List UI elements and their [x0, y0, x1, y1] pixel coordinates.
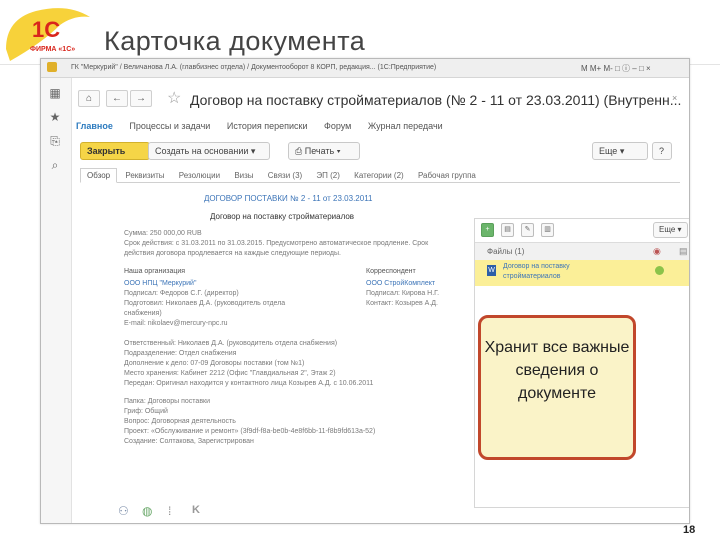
storage-place: Место хранения: Кабинет 2212 (Офис "Глав… — [124, 370, 336, 377]
creation-status: Создание: Солтакова, Зарегистрирован — [124, 438, 254, 445]
file-name-line1[interactable]: Договор на поставку — [503, 263, 570, 270]
contract-subheading: Договор на поставку стройматериалов — [210, 212, 355, 221]
create-based-on-label: Создать на основании — [155, 146, 249, 156]
correspondent-label: Корреспондент — [366, 268, 416, 275]
notes-column-icon: ▤ — [679, 246, 688, 256]
window-titlebar: ГК "Меркурий" / Величанова Л.А. (главбиз… — [41, 59, 689, 78]
history-icon[interactable]: ⎘ — [48, 134, 62, 148]
subject-question: Вопрос: Договорная деятельность — [124, 418, 236, 425]
contract-amount: Сумма: 250 000,00 RUB — [124, 230, 202, 237]
close-document-button[interactable]: Закрыть — [80, 142, 150, 160]
callout-note: Хранит все важные сведения о документе — [478, 315, 636, 460]
form-tabs: Обзор Реквизиты Резолюции Визы Связи (3)… — [80, 168, 680, 183]
globe-icon[interactable]: ◍ — [142, 504, 152, 518]
folder: Папка: Договоры поставки — [124, 398, 211, 405]
file-name-line2[interactable]: стройматериалов — [503, 273, 560, 280]
files-column-title[interactable]: Файлы (1) — [487, 247, 524, 256]
contract-heading[interactable]: ДОГОВОР ПОСТАВКИ № 2 - 11 от 23.03.2011 — [204, 194, 373, 203]
tab-attributes[interactable]: Реквизиты — [119, 169, 170, 182]
add-file-icon[interactable]: + — [481, 223, 494, 237]
tab-visas[interactable]: Визы — [228, 169, 259, 182]
our-preparer-continued: снабжения) — [124, 310, 162, 317]
k-icon[interactable]: K — [192, 504, 200, 516]
favorites-star-icon[interactable]: ★ — [48, 110, 62, 124]
app-icon — [47, 62, 57, 72]
attributes-icon[interactable]: ⁞ — [168, 504, 171, 518]
slide-title: Карточка документа — [104, 26, 366, 56]
signed-status-icon — [655, 266, 664, 275]
print-button[interactable]: ⎙ Печать ▾ — [288, 142, 360, 160]
nav-link-history[interactable]: История переписки — [227, 121, 308, 131]
forward-button[interactable]: → — [130, 90, 152, 107]
scan-icon[interactable]: ▥ — [541, 223, 554, 237]
close-icon[interactable]: × — [672, 93, 677, 103]
department: Подразделение: Отдел снабжения — [124, 350, 237, 357]
slide-page-number: 18 — [683, 524, 696, 536]
files-more-label: Еще — [659, 225, 676, 234]
file-row[interactable]: W Договор на поставку стройматериалов — [475, 260, 689, 286]
window-controls[interactable]: M M+ M- □ ⓘ – □ × — [581, 63, 651, 74]
word-document-icon: W — [487, 265, 496, 276]
responsible-person: Ответственный: Николаев Д.А. (руководите… — [124, 340, 338, 347]
document-title: Договор на поставку стройматериалов (№ 2… — [190, 92, 682, 108]
signature-column-icon: ◉ — [653, 246, 661, 256]
files-table-header: Файлы (1) ◉ ▤ — [475, 242, 689, 261]
chevron-down-icon: ▾ — [336, 146, 341, 156]
our-organization-label: Наша организация — [124, 268, 186, 275]
more-button[interactable]: Еще ▾ — [592, 142, 648, 160]
home-button[interactable]: ⌂ — [78, 90, 100, 107]
users-icon[interactable]: ⚇ — [118, 504, 129, 518]
tab-resolutions[interactable]: Резолюции — [173, 169, 226, 182]
contract-term-continued: действия договора продлевается на каждые… — [124, 250, 341, 257]
more-label: Еще — [599, 146, 618, 156]
chevron-down-icon: ▾ — [619, 146, 625, 156]
printer-icon: ⎙ — [295, 146, 303, 156]
tab-work-group[interactable]: Рабочая группа — [412, 169, 482, 182]
logo-mark-text: 1С — [32, 17, 60, 42]
correspondent-signer: Подписал: Кирова Н.Г. — [366, 290, 440, 297]
our-email[interactable]: E-mail: nikolaev@mercury-npc.ru — [124, 320, 228, 327]
our-organization-link[interactable]: ООО НПЦ "Меркурий" — [124, 280, 196, 287]
nav-link-forum[interactable]: Форум — [324, 121, 351, 131]
our-signer: Подписал: Федоров С.Г. (директор) — [124, 290, 239, 297]
files-more-button[interactable]: Еще ▾ — [653, 222, 688, 238]
company-logo: 1С ФИРМА «1С» — [6, 8, 90, 62]
svg-text:ФИРМА «1С»: ФИРМА «1С» — [30, 46, 75, 53]
case-file: Дополнение к дело: 07-09 Договоры постав… — [124, 360, 305, 367]
print-label: Печать — [304, 146, 335, 156]
our-preparer: Подготовил: Николаев Д.А. (руководитель … — [124, 300, 286, 307]
correspondent-contact: Контакт: Козырев А.Д. — [366, 300, 438, 307]
transfer-info: Передан: Оригинал находится у контактног… — [124, 380, 374, 387]
open-file-icon[interactable]: ▤ — [501, 223, 514, 237]
form-navigation: Главное Процессы и задачи История перепи… — [76, 121, 457, 131]
window-title-text: ГК "Меркурий" / Величанова Л.А. (главбиз… — [71, 64, 437, 71]
callout-text: Хранит все важные сведения о документе — [484, 339, 630, 402]
security-label: Гриф: Общий — [124, 408, 168, 415]
tab-signatures[interactable]: ЭП (2) — [310, 169, 346, 182]
help-button[interactable]: ? — [652, 142, 672, 160]
nav-link-main[interactable]: Главное — [76, 121, 113, 131]
tab-overview[interactable]: Обзор — [80, 168, 118, 183]
edit-file-icon[interactable]: ✎ — [521, 223, 534, 237]
nav-link-journal[interactable]: Журнал передачи — [368, 121, 443, 131]
create-based-on-button[interactable]: Создать на основании ▾ — [148, 142, 270, 160]
tab-categories[interactable]: Категории (2) — [348, 169, 410, 182]
tab-links[interactable]: Связи (3) — [262, 169, 308, 182]
nav-link-processes[interactable]: Процессы и задачи — [129, 121, 210, 131]
grid-icon[interactable]: ▦ — [48, 86, 62, 100]
back-button[interactable]: ← — [106, 90, 128, 107]
left-panel: ▦ ★ ⎘ ⌕ — [41, 78, 72, 523]
bookmark-star-icon[interactable]: ☆ — [167, 88, 181, 108]
chevron-down-icon: ▾ — [250, 146, 256, 156]
contract-term: Срок действия: с 31.03.2011 по 31.03.201… — [124, 240, 429, 247]
correspondent-link[interactable]: ООО СтройКомплект — [366, 280, 435, 287]
search-icon[interactable]: ⌕ — [48, 158, 62, 172]
project: Проект: «Обслуживание и ремонт» (3f9df-f… — [124, 428, 376, 435]
